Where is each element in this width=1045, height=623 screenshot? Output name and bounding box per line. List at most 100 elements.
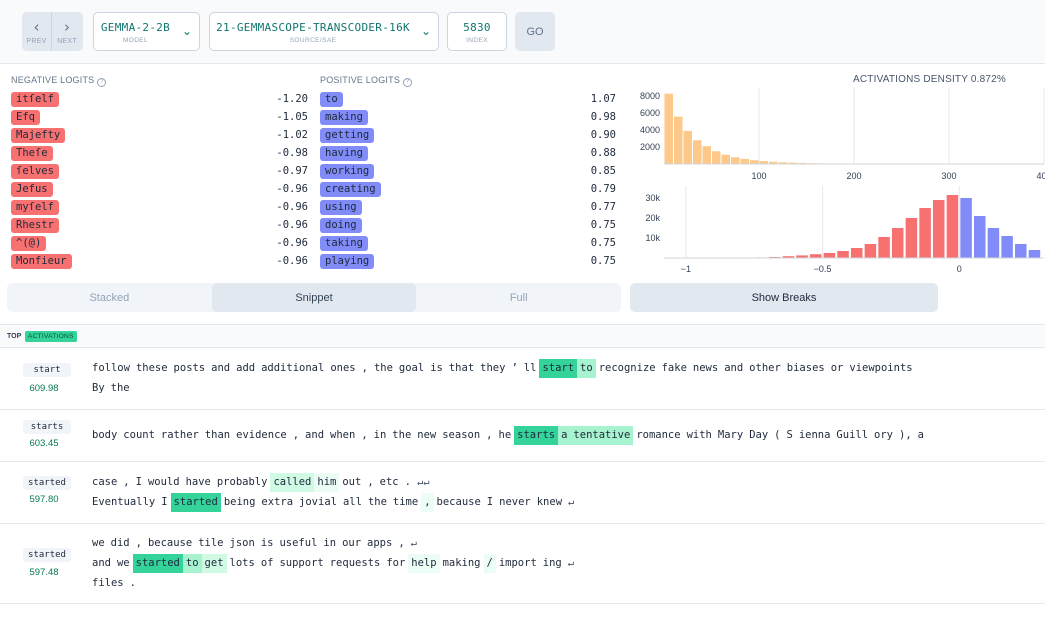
snippet-token[interactable]: By bbox=[89, 379, 108, 398]
newline-token[interactable]: ↵ bbox=[408, 534, 420, 553]
snippet-token[interactable]: files bbox=[89, 574, 127, 593]
highlighted-token[interactable]: help bbox=[408, 554, 440, 573]
activation-example-row[interactable]: started 597.80 case, Iwould have probably call… bbox=[0, 462, 1045, 524]
snippet-token[interactable]: I bbox=[484, 493, 496, 512]
index-input[interactable]: 5830 INDEX bbox=[447, 12, 507, 51]
snippet-token[interactable]: out bbox=[339, 473, 364, 492]
snippet-token[interactable]: we bbox=[114, 554, 133, 573]
snippet-token[interactable]: ), bbox=[896, 426, 915, 445]
activation-example-row[interactable]: start 609.98 follow these posts and add additio… bbox=[0, 349, 1045, 410]
snippet-token[interactable]: for bbox=[383, 554, 408, 573]
snippet-token[interactable]: that bbox=[446, 359, 477, 378]
snippet-token[interactable]: news bbox=[690, 359, 721, 378]
next-button[interactable]: › NEXT bbox=[52, 12, 82, 51]
snippet-token[interactable]: posts bbox=[171, 359, 209, 378]
snippet-token[interactable]: ( bbox=[771, 426, 783, 445]
highlighted-token[interactable]: get bbox=[201, 554, 227, 573]
snippet-token[interactable]: than bbox=[202, 426, 233, 445]
snippet-token[interactable]: support bbox=[276, 554, 326, 573]
snippet-token[interactable]: , bbox=[364, 473, 376, 492]
snippet-token[interactable]: the bbox=[108, 379, 133, 398]
snippet-token[interactable]: romance bbox=[633, 426, 683, 445]
prev-button[interactable]: ‹ PREV bbox=[22, 12, 52, 51]
snippet-token[interactable]: when bbox=[327, 426, 358, 445]
highlighted-token[interactable]: called bbox=[270, 473, 315, 492]
snippet-token[interactable]: count bbox=[120, 426, 158, 445]
snippet-token[interactable]: additional bbox=[258, 359, 327, 378]
snippet-token[interactable]: lots bbox=[227, 554, 258, 573]
snippet-token[interactable]: is bbox=[427, 359, 446, 378]
snippet-token[interactable]: rather bbox=[158, 426, 202, 445]
snippet-token[interactable]: is bbox=[258, 534, 277, 553]
snippet-token[interactable]: with bbox=[684, 426, 715, 445]
snippet-token[interactable]: I bbox=[133, 473, 145, 492]
snippet-token[interactable]: all bbox=[340, 493, 365, 512]
newline-token[interactable]: ↵↵ bbox=[414, 473, 433, 492]
snippet-token[interactable]: knew bbox=[534, 493, 565, 512]
activation-example-row[interactable]: started 597.48 we did, because tile json is usef… bbox=[0, 524, 1045, 604]
snippet-token[interactable]: they bbox=[477, 359, 508, 378]
snippet-token[interactable]: recognize bbox=[596, 359, 659, 378]
highlighted-token[interactable]: a bbox=[558, 426, 571, 445]
snippet-token[interactable]: the bbox=[365, 493, 390, 512]
snippet-token[interactable]: , bbox=[133, 534, 145, 553]
snippet-token[interactable]: season bbox=[439, 426, 483, 445]
snippet-token[interactable]: I bbox=[158, 493, 170, 512]
highlighted-token[interactable]: him bbox=[314, 473, 340, 492]
highlighted-token[interactable]: starts bbox=[514, 426, 559, 445]
snippet-token[interactable]: ’ bbox=[508, 359, 520, 378]
show-breaks-button[interactable]: Show Breaks bbox=[630, 283, 938, 312]
snippet-token[interactable]: and bbox=[721, 359, 746, 378]
snippet-token[interactable]: we bbox=[89, 534, 108, 553]
activation-example-row[interactable]: starts 603.45 body count rather than evidence,… bbox=[0, 410, 1045, 462]
snippet-token[interactable]: the bbox=[371, 359, 396, 378]
snippet-token[interactable]: fake bbox=[659, 359, 690, 378]
snippet-token[interactable]: , bbox=[395, 534, 407, 553]
snippet-token[interactable]: he bbox=[496, 426, 515, 445]
snippet-token[interactable]: S bbox=[783, 426, 795, 445]
highlighted-token[interactable]: started bbox=[170, 493, 221, 512]
snippet-token[interactable]: Mary bbox=[715, 426, 746, 445]
snippet-token[interactable]: in bbox=[320, 534, 339, 553]
snippet-token[interactable]: making bbox=[440, 554, 484, 573]
snippet-token[interactable]: new bbox=[414, 426, 439, 445]
highlighted-token[interactable]: start bbox=[539, 359, 578, 378]
tab-snippet[interactable]: Snippet bbox=[211, 283, 417, 312]
snippet-token[interactable]: useful bbox=[276, 534, 320, 553]
snippet-token[interactable]: import bbox=[496, 554, 540, 573]
snippet-token[interactable]: , bbox=[120, 473, 132, 492]
snippet-token[interactable]: in bbox=[371, 426, 390, 445]
snippet-token[interactable]: and bbox=[208, 359, 233, 378]
snippet-token[interactable]: a bbox=[915, 426, 927, 445]
snippet-token[interactable]: . bbox=[127, 574, 139, 593]
snippet-token[interactable]: being bbox=[221, 493, 259, 512]
go-button[interactable]: GO bbox=[515, 12, 555, 51]
highlighted-token[interactable]: tentative bbox=[570, 426, 634, 445]
snippet-token[interactable]: evidence bbox=[233, 426, 290, 445]
snippet-token[interactable]: , bbox=[358, 426, 370, 445]
highlighted-token[interactable]: / bbox=[483, 554, 496, 573]
snippet-token[interactable]: other bbox=[746, 359, 784, 378]
snippet-token[interactable]: tile bbox=[195, 534, 226, 553]
snippet-token[interactable]: time bbox=[390, 493, 421, 512]
snippet-token[interactable]: Day bbox=[746, 426, 771, 445]
highlighted-token[interactable]: to bbox=[577, 359, 596, 378]
highlighted-token[interactable]: , bbox=[421, 493, 434, 512]
snippet-token[interactable]: ing bbox=[540, 554, 565, 573]
snippet-token[interactable]: , bbox=[483, 426, 495, 445]
snippet-token[interactable]: never bbox=[496, 493, 534, 512]
snippet-token[interactable]: ory bbox=[871, 426, 896, 445]
snippet-token[interactable]: case bbox=[89, 473, 120, 492]
snippet-token[interactable]: of bbox=[258, 554, 277, 573]
snippet-token[interactable]: . bbox=[402, 473, 414, 492]
snippet-token[interactable]: ones bbox=[327, 359, 358, 378]
snippet-token[interactable]: ll bbox=[521, 359, 540, 378]
snippet-token[interactable]: our bbox=[339, 534, 364, 553]
info-icon[interactable]: ? bbox=[403, 78, 413, 87]
snippet-token[interactable]: , bbox=[359, 359, 371, 378]
model-select[interactable]: GEMMA-2-2B MODEL ⌄ bbox=[93, 12, 200, 51]
snippet-token[interactable]: probably bbox=[214, 473, 271, 492]
tab-stacked[interactable]: Stacked bbox=[7, 283, 212, 312]
newline-token[interactable]: ↵ bbox=[565, 554, 577, 573]
snippet-token[interactable]: Guill bbox=[833, 426, 871, 445]
